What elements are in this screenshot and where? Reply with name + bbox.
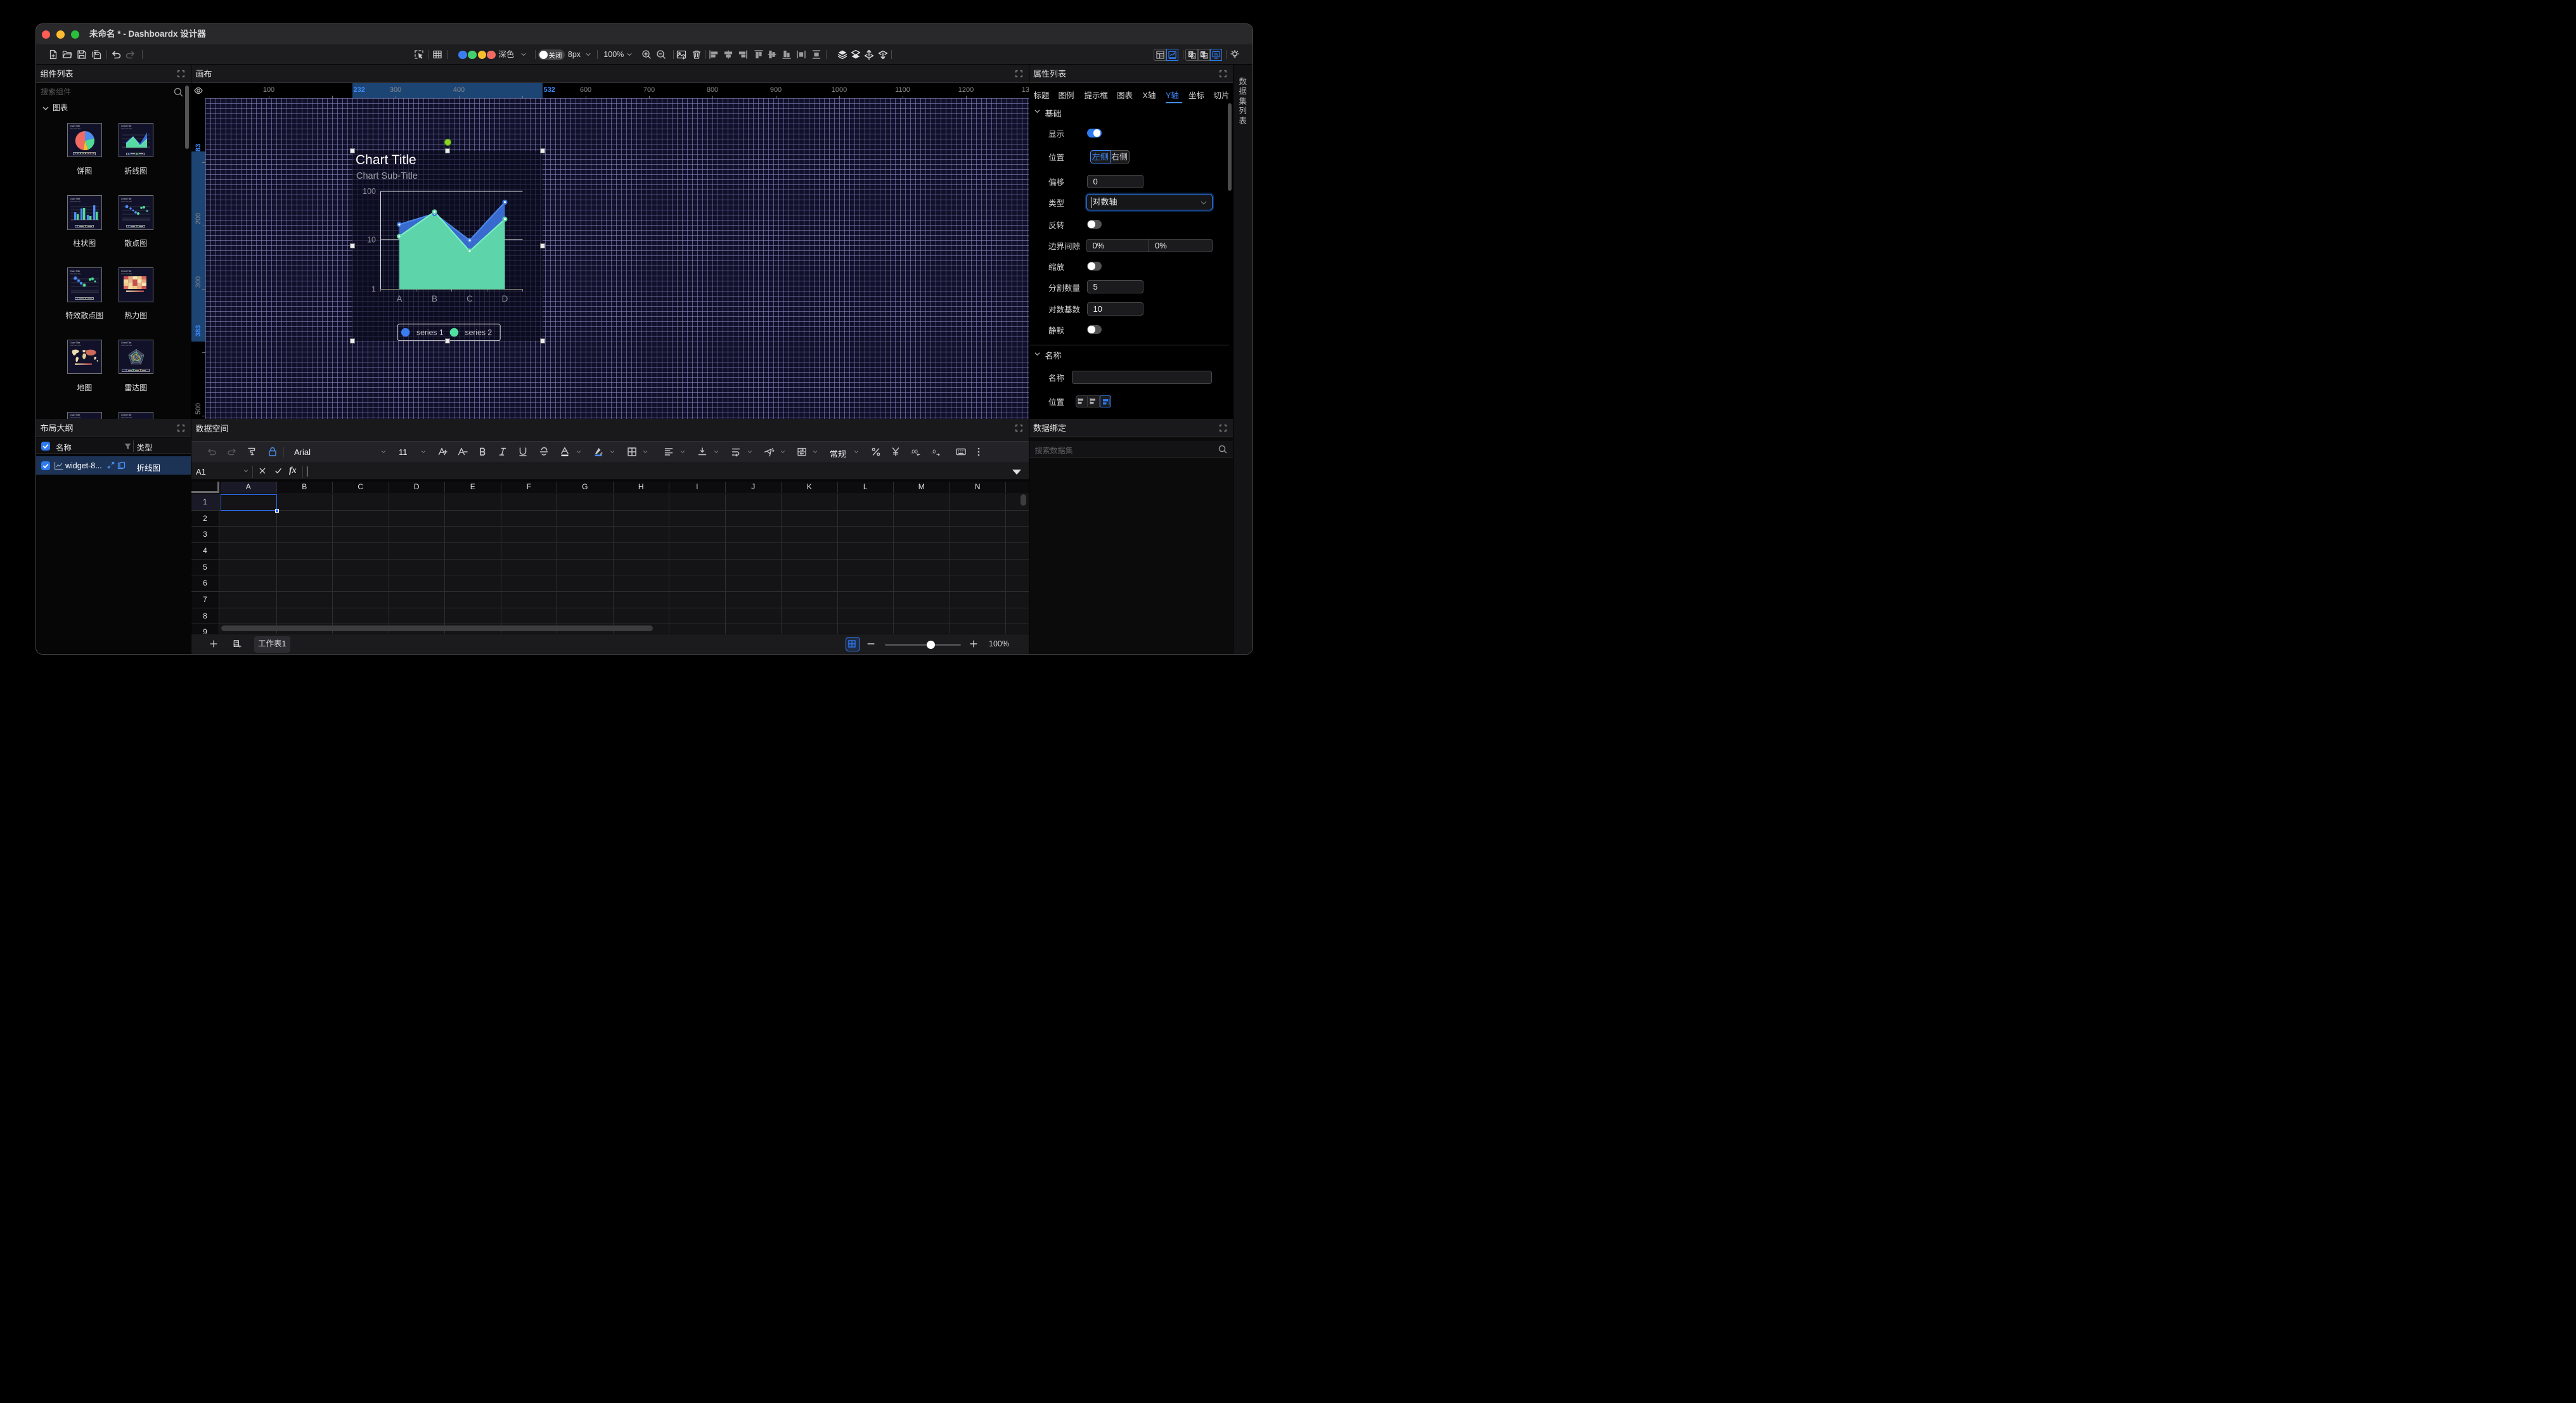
svg-text:B: B: [432, 294, 437, 304]
svg-text:A: A: [396, 294, 402, 304]
svg-text:.0: .0: [931, 449, 936, 455]
svg-text:C: C: [467, 294, 473, 304]
svg-text:OS: OS: [1214, 53, 1219, 56]
svg-text:series 1: series 1: [416, 328, 444, 337]
svg-text:10: 10: [367, 236, 376, 245]
svg-text:.00: .00: [910, 449, 918, 455]
svg-text:文: 文: [1204, 54, 1208, 58]
svg-text:D: D: [502, 294, 508, 304]
svg-text:Chart Sub-Title: Chart Sub-Title: [356, 171, 418, 181]
svg-text:series 2: series 2: [465, 328, 493, 337]
svg-text:100: 100: [363, 187, 376, 196]
svg-text:En: En: [1192, 54, 1196, 58]
svg-text:Chart Title: Chart Title: [356, 153, 416, 167]
svg-text:1: 1: [371, 285, 376, 294]
